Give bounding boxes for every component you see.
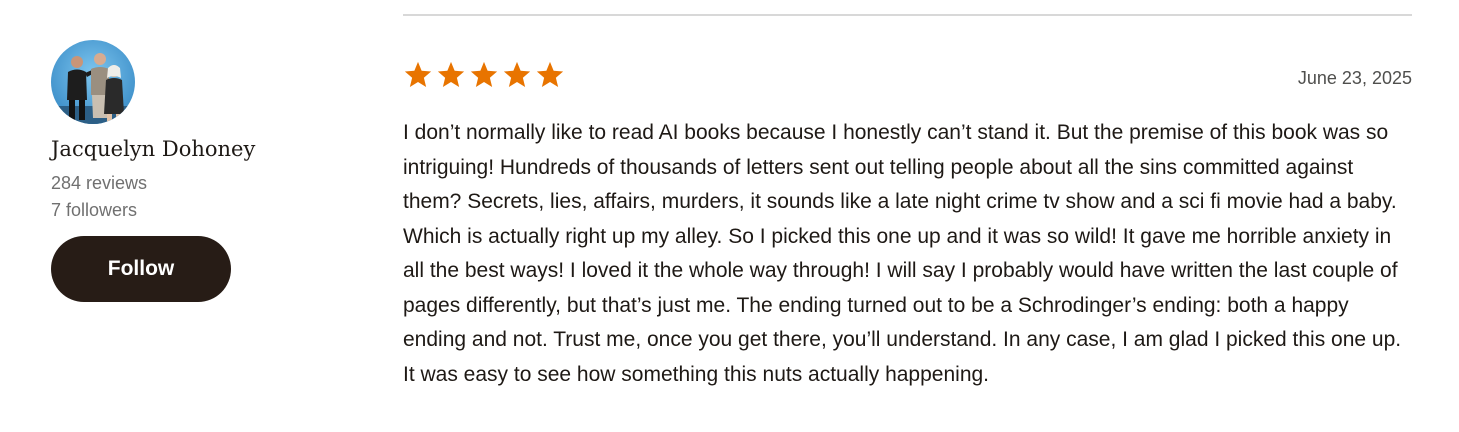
star-filled-icon	[470, 61, 498, 87]
reviews-count: 284 reviews	[51, 173, 148, 193]
review-date[interactable]: June 23, 2025	[1298, 66, 1412, 90]
followers-count: 7 followers	[51, 200, 138, 220]
star-filled-icon	[437, 61, 465, 87]
avatar[interactable]	[51, 40, 135, 124]
star-filled-icon	[404, 61, 432, 87]
review-text: I don’t normally like to read AI books b…	[403, 121, 1402, 386]
follow-button[interactable]: Follow	[51, 236, 231, 302]
star-filled-icon	[503, 61, 531, 87]
top-divider	[403, 14, 1412, 16]
reviewer-card: Jacquelyn Dohoney 284 reviews 7 follower…	[51, 40, 291, 302]
star-filled-icon	[536, 61, 564, 87]
reviewer-name[interactable]: Jacquelyn Dohoney	[51, 137, 291, 161]
star-rating	[403, 60, 565, 90]
reviewer-stats: 284 reviews 7 followers	[51, 170, 291, 224]
